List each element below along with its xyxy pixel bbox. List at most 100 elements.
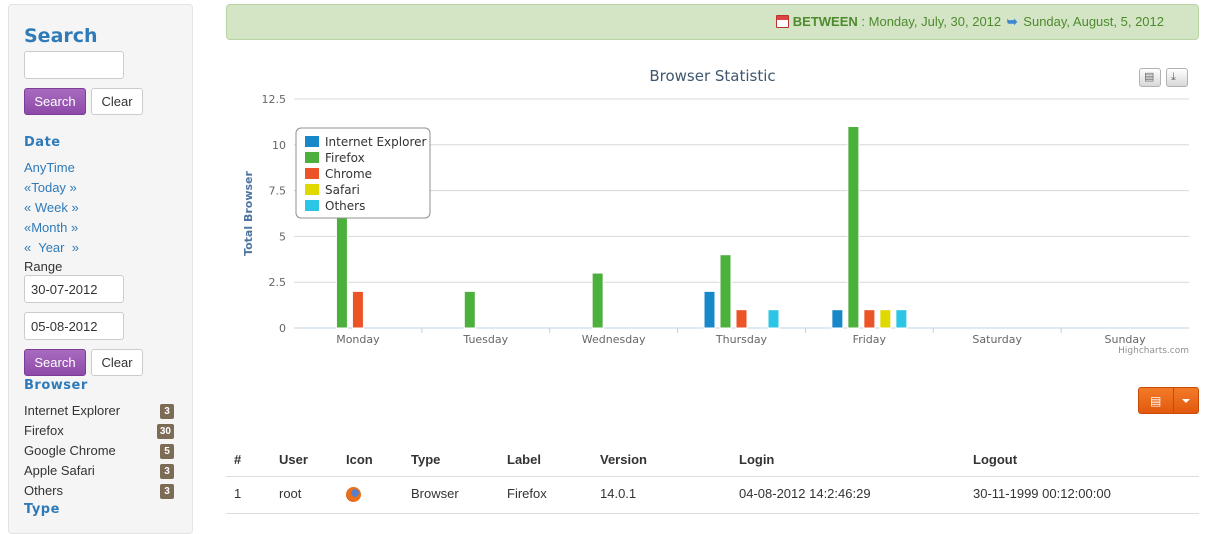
browser-item-label: Internet Explorer — [24, 403, 121, 418]
count-badge: 3 — [160, 464, 174, 479]
y-tick-label: 12.5 — [262, 93, 287, 106]
printer-icon: ▤ — [1150, 394, 1162, 408]
bar-chrome — [735, 309, 748, 329]
bar-chrome — [351, 290, 364, 329]
search-input[interactable] — [24, 51, 124, 79]
x-tick-label: Sunday — [1104, 333, 1146, 346]
legend-swatch — [305, 184, 319, 195]
legend-item: Internet Explorer — [325, 135, 426, 149]
bar-internet-explorer — [703, 290, 716, 329]
legend-item: Firefox — [325, 151, 365, 165]
y-tick-label: 10 — [272, 139, 286, 152]
date-link-year[interactable]: « Year » — [24, 240, 79, 255]
browser-item-chrome[interactable]: Google Chrome 5 — [24, 443, 174, 461]
bar-safari — [879, 309, 892, 329]
date-title: Date — [24, 135, 61, 150]
x-tick-label: Thursday — [715, 333, 768, 346]
browser-item-firefox[interactable]: Firefox 30 — [24, 423, 174, 441]
legend-item: Chrome — [325, 167, 372, 181]
date-link-anytime[interactable]: AnyTime — [24, 160, 75, 175]
start-date: Monday, July, 30, 2012 — [868, 14, 1002, 29]
date-range-text: BETWEEN : Monday, July, 30, 2012 ➥ Sunda… — [775, 14, 1164, 30]
banner-separator: : — [861, 14, 866, 29]
download-icon[interactable]: ⤓ — [1166, 68, 1188, 87]
browser-item-label: Firefox — [24, 423, 64, 438]
column-header: Logout — [973, 452, 1018, 467]
range-label: Range — [24, 259, 63, 274]
bar-firefox — [719, 254, 732, 329]
login-table: # User Icon Type Label Version Login Log… — [226, 443, 1199, 514]
legend-swatch — [305, 168, 319, 179]
y-axis-label: Total Browser — [242, 171, 255, 256]
cell-type: Browser — [411, 486, 459, 501]
table-header: # User Icon Type Label Version Login Log… — [226, 443, 1199, 477]
cell-version: 14.0.1 — [600, 486, 637, 501]
browser-chart: 0 2.5 5 7.5 10 12.5 Total Browser Monday Tuesday… — [226, 55, 1199, 365]
x-tick-label: Tuesday — [462, 333, 508, 346]
x-tick-label: Wednesday — [582, 333, 646, 346]
sidebar: Search Search Clear Date AnyTime «Today … — [8, 4, 193, 534]
date-link-today[interactable]: «Today » — [24, 180, 77, 195]
legend-swatch — [305, 200, 319, 211]
bar-firefox — [847, 125, 860, 329]
cell-label: Firefox — [507, 486, 547, 501]
column-header: User — [279, 452, 308, 467]
legend-swatch — [305, 136, 319, 147]
cell-user: root — [279, 486, 302, 501]
y-tick-label: 2.5 — [269, 276, 287, 289]
legend-swatch — [305, 152, 319, 163]
count-badge: 30 — [156, 424, 174, 439]
y-tick-label: 0 — [279, 322, 286, 335]
date-link-week[interactable]: « Week » — [24, 200, 79, 215]
calendar-icon — [775, 15, 789, 28]
legend-item: Others — [325, 199, 365, 213]
print-icon[interactable]: ▤ — [1139, 68, 1161, 87]
chart-credits: Highcharts.com — [1118, 346, 1189, 356]
y-tick-label: 7.5 — [269, 185, 287, 198]
button-divider — [1173, 388, 1174, 413]
x-tick-label: Friday — [853, 333, 887, 346]
arrow-right-icon: ➥ — [1006, 14, 1018, 29]
end-date: Sunday, August, 5, 2012 — [1023, 14, 1164, 29]
between-label: BETWEEN — [792, 14, 858, 29]
column-header: Login — [739, 452, 775, 467]
column-header: # — [234, 452, 242, 467]
search-button[interactable]: Search — [24, 88, 86, 115]
x-tick-label: Monday — [336, 333, 380, 346]
firefox-icon — [346, 487, 361, 505]
cell-num: 1 — [234, 486, 242, 501]
bar-chrome — [863, 309, 876, 329]
bar-internet-explorer — [831, 309, 844, 329]
chevron-down-icon[interactable] — [1182, 399, 1190, 403]
browser-item-safari[interactable]: Apple Safari 3 — [24, 463, 174, 481]
date-range-banner: BETWEEN : Monday, July, 30, 2012 ➥ Sunda… — [226, 4, 1199, 40]
chart-canvas: 0 2.5 5 7.5 10 12.5 Total Browser Monday Tuesday… — [242, 93, 1189, 356]
column-header: Icon — [346, 452, 373, 467]
cell-logout: 30-11-1999 00:12:00:00 — [973, 486, 1111, 501]
date-link-month[interactable]: «Month » — [24, 220, 78, 235]
range-to-input[interactable] — [24, 312, 124, 340]
browser-item-label: Apple Safari — [24, 463, 95, 478]
range-clear-button[interactable]: Clear — [91, 349, 143, 376]
column-header: Version — [600, 452, 647, 467]
count-badge: 5 — [160, 444, 174, 459]
count-badge: 3 — [160, 404, 174, 419]
range-from-input[interactable] — [24, 275, 124, 303]
count-badge: 3 — [160, 484, 174, 499]
browser-item-others[interactable]: Others 3 — [24, 483, 174, 501]
chart-title: Browser Statistic — [649, 67, 776, 85]
bar-firefox — [591, 272, 604, 329]
y-tick-label: 5 — [279, 230, 286, 243]
table-row[interactable]: 1 root Browser Firefox 14.0.1 04-08-2012… — [226, 477, 1199, 514]
x-tick-label: Saturday — [972, 333, 1022, 346]
legend-item: Safari — [325, 183, 360, 197]
column-header: Type — [411, 452, 441, 467]
range-search-button[interactable]: Search — [24, 349, 86, 376]
search-title: Search — [24, 25, 98, 47]
browser-item-label: Google Chrome — [24, 443, 116, 458]
print-dropdown-button[interactable]: ▤ — [1138, 387, 1199, 414]
bar-others — [767, 309, 780, 329]
type-title: Type — [24, 502, 60, 517]
clear-button[interactable]: Clear — [91, 88, 143, 115]
browser-item-ie[interactable]: Internet Explorer 3 — [24, 403, 174, 421]
